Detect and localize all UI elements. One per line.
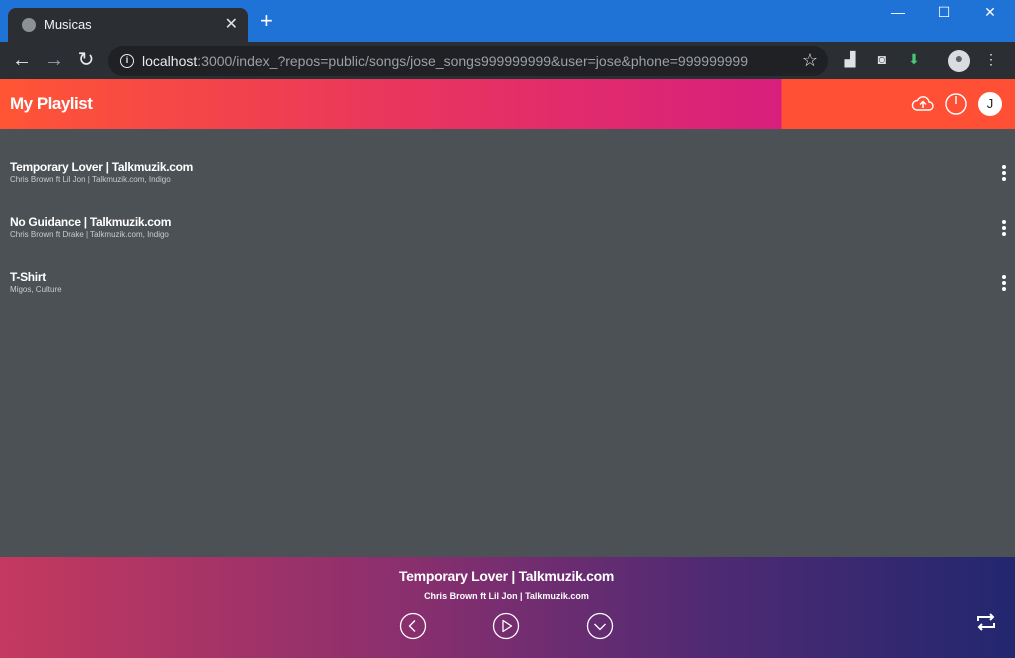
bookmark-star-icon[interactable]: ☆ <box>802 50 818 71</box>
browser-menu-icon[interactable]: ⋮ <box>981 51 1001 71</box>
new-tab-icon[interactable]: + <box>260 10 273 32</box>
extension-signal-icon[interactable]: ▟ <box>840 51 860 71</box>
song-title: T-Shirt <box>10 270 46 284</box>
close-tab-icon[interactable]: ✕ <box>225 14 238 34</box>
more-vertical-icon[interactable] <box>998 273 1010 293</box>
reload-icon[interactable]: ↻ <box>74 49 98 73</box>
power-icon[interactable] <box>944 92 968 116</box>
list-item[interactable]: No Guidance | Talkmuzik.com Chris Brown … <box>0 215 1015 259</box>
close-window-icon[interactable]: ✕ <box>970 4 1010 26</box>
app-header: My Playlist J <box>0 79 1015 129</box>
song-title: Temporary Lover | Talkmuzik.com <box>10 160 194 174</box>
minimize-icon[interactable]: — <box>878 4 918 26</box>
now-playing-title: Temporary Lover | Talkmuzik.com <box>398 568 615 584</box>
globe-icon <box>22 18 36 32</box>
browser-tab[interactable]: Musicas ✕ <box>8 8 248 42</box>
more-vertical-icon[interactable] <box>998 163 1010 183</box>
profile-icon[interactable]: ● <box>948 50 970 72</box>
cloud-upload-icon[interactable] <box>911 92 935 116</box>
url-text[interactable]: localhost:3000/index_?repos=public/songs… <box>142 53 748 69</box>
song-title: No Guidance | Talkmuzik.com <box>10 215 172 229</box>
list-item[interactable]: Temporary Lover | Talkmuzik.com Chris Br… <box>0 160 1015 204</box>
browser-toolbar: ← → ↻ i localhost:3000/index_?repos=publ… <box>0 42 1015 79</box>
page-title: My Playlist <box>10 94 93 113</box>
song-subtitle: Migos, Culture <box>10 285 62 294</box>
now-playing-artist: Chris Brown ft Lil Jon | Talkmuzik.com <box>424 591 589 601</box>
tab-title: Musicas <box>44 17 92 32</box>
chevron-down-icon[interactable] <box>586 612 614 640</box>
camera-icon[interactable]: ◙ <box>872 51 892 71</box>
site-info-icon[interactable]: i <box>120 54 134 68</box>
download-extension-icon[interactable]: ⬇ <box>904 51 924 71</box>
avatar[interactable]: J <box>978 92 1002 116</box>
repeat-icon[interactable] <box>973 609 999 635</box>
address-bar[interactable]: i localhost:3000/index_?repos=public/son… <box>108 46 828 76</box>
browser-titlebar: Musicas ✕ + — ☐ ✕ <box>0 0 1015 42</box>
maximize-icon[interactable]: ☐ <box>924 4 964 26</box>
song-subtitle: Chris Brown ft Drake | Talkmuzik.com, In… <box>10 230 169 239</box>
forward-icon[interactable]: → <box>42 49 66 73</box>
more-vertical-icon[interactable] <box>998 218 1010 238</box>
song-subtitle: Chris Brown ft Lil Jon | Talkmuzik.com, … <box>10 175 171 184</box>
list-item[interactable]: T-Shirt Migos, Culture <box>0 270 1015 314</box>
play-icon[interactable] <box>492 612 520 640</box>
player-bar: Temporary Lover | Talkmuzik.com Chris Br… <box>0 557 1015 658</box>
back-icon[interactable]: ← <box>10 49 34 73</box>
previous-icon[interactable] <box>399 612 427 640</box>
